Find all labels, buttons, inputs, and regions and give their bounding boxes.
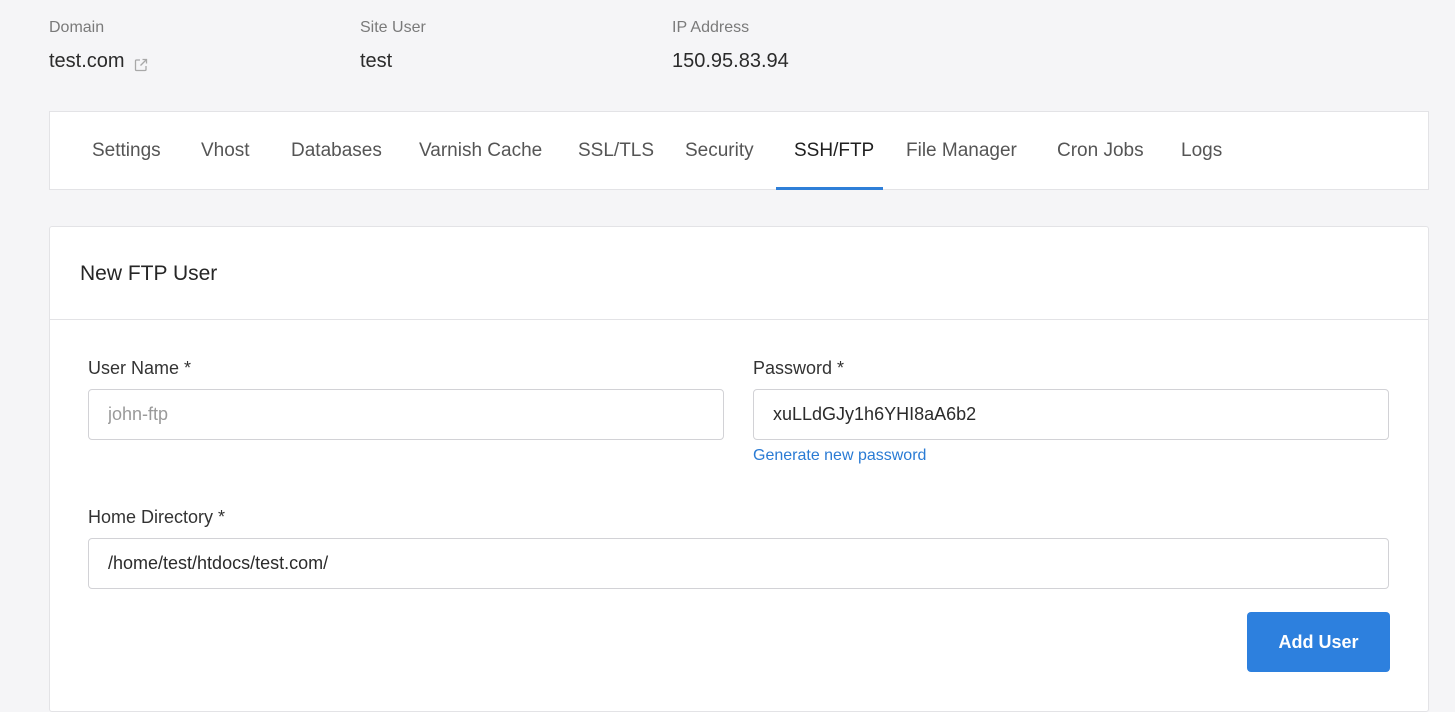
domain-value[interactable]: test.com	[49, 48, 125, 74]
site-user-value: test	[360, 50, 393, 72]
add-user-button[interactable]: Add User	[1247, 612, 1390, 672]
tab-settings[interactable]: Settings	[92, 112, 161, 189]
external-link-icon[interactable]	[133, 54, 149, 72]
site-user-label: Site User	[360, 19, 426, 36]
tab-ssl-tls[interactable]: SSL/TLS	[578, 112, 654, 189]
active-tab-indicator	[776, 187, 883, 190]
domain-info: Domain test.com	[49, 18, 149, 74]
tab-varnish-cache[interactable]: Varnish Cache	[419, 112, 542, 189]
domain-value-row[interactable]: test.com	[49, 48, 149, 74]
site-info-row: Domain test.com Site User test IP Addres…	[49, 18, 1429, 88]
tab-databases[interactable]: Databases	[291, 112, 382, 189]
password-label: Password *	[753, 358, 845, 378]
generate-password-link[interactable]: Generate new password	[753, 446, 926, 466]
site-user-info: Site User test	[360, 18, 426, 74]
ip-address-info: IP Address 150.95.83.94	[672, 18, 789, 74]
tab-file-manager[interactable]: File Manager	[906, 112, 1017, 189]
new-ftp-user-card: New FTP User User Name * Password * Gene…	[49, 226, 1429, 712]
username-input[interactable]	[88, 389, 724, 440]
password-input[interactable]	[753, 389, 1389, 440]
site-tabs: Settings Vhost Databases Varnish Cache S…	[49, 111, 1429, 190]
tab-cron-jobs[interactable]: Cron Jobs	[1057, 112, 1144, 189]
username-label: User Name *	[88, 358, 192, 378]
tab-logs[interactable]: Logs	[1181, 112, 1222, 189]
ip-address-value: 150.95.83.94	[672, 50, 789, 72]
card-title: New FTP User	[50, 227, 1428, 320]
tab-ssh-ftp[interactable]: SSH/FTP	[794, 112, 874, 189]
tab-security[interactable]: Security	[685, 112, 754, 189]
home-directory-input[interactable]	[88, 538, 1389, 589]
tab-vhost[interactable]: Vhost	[201, 112, 250, 189]
domain-label: Domain	[49, 19, 105, 36]
home-directory-label: Home Directory *	[88, 507, 226, 527]
ip-address-label: IP Address	[672, 19, 750, 36]
